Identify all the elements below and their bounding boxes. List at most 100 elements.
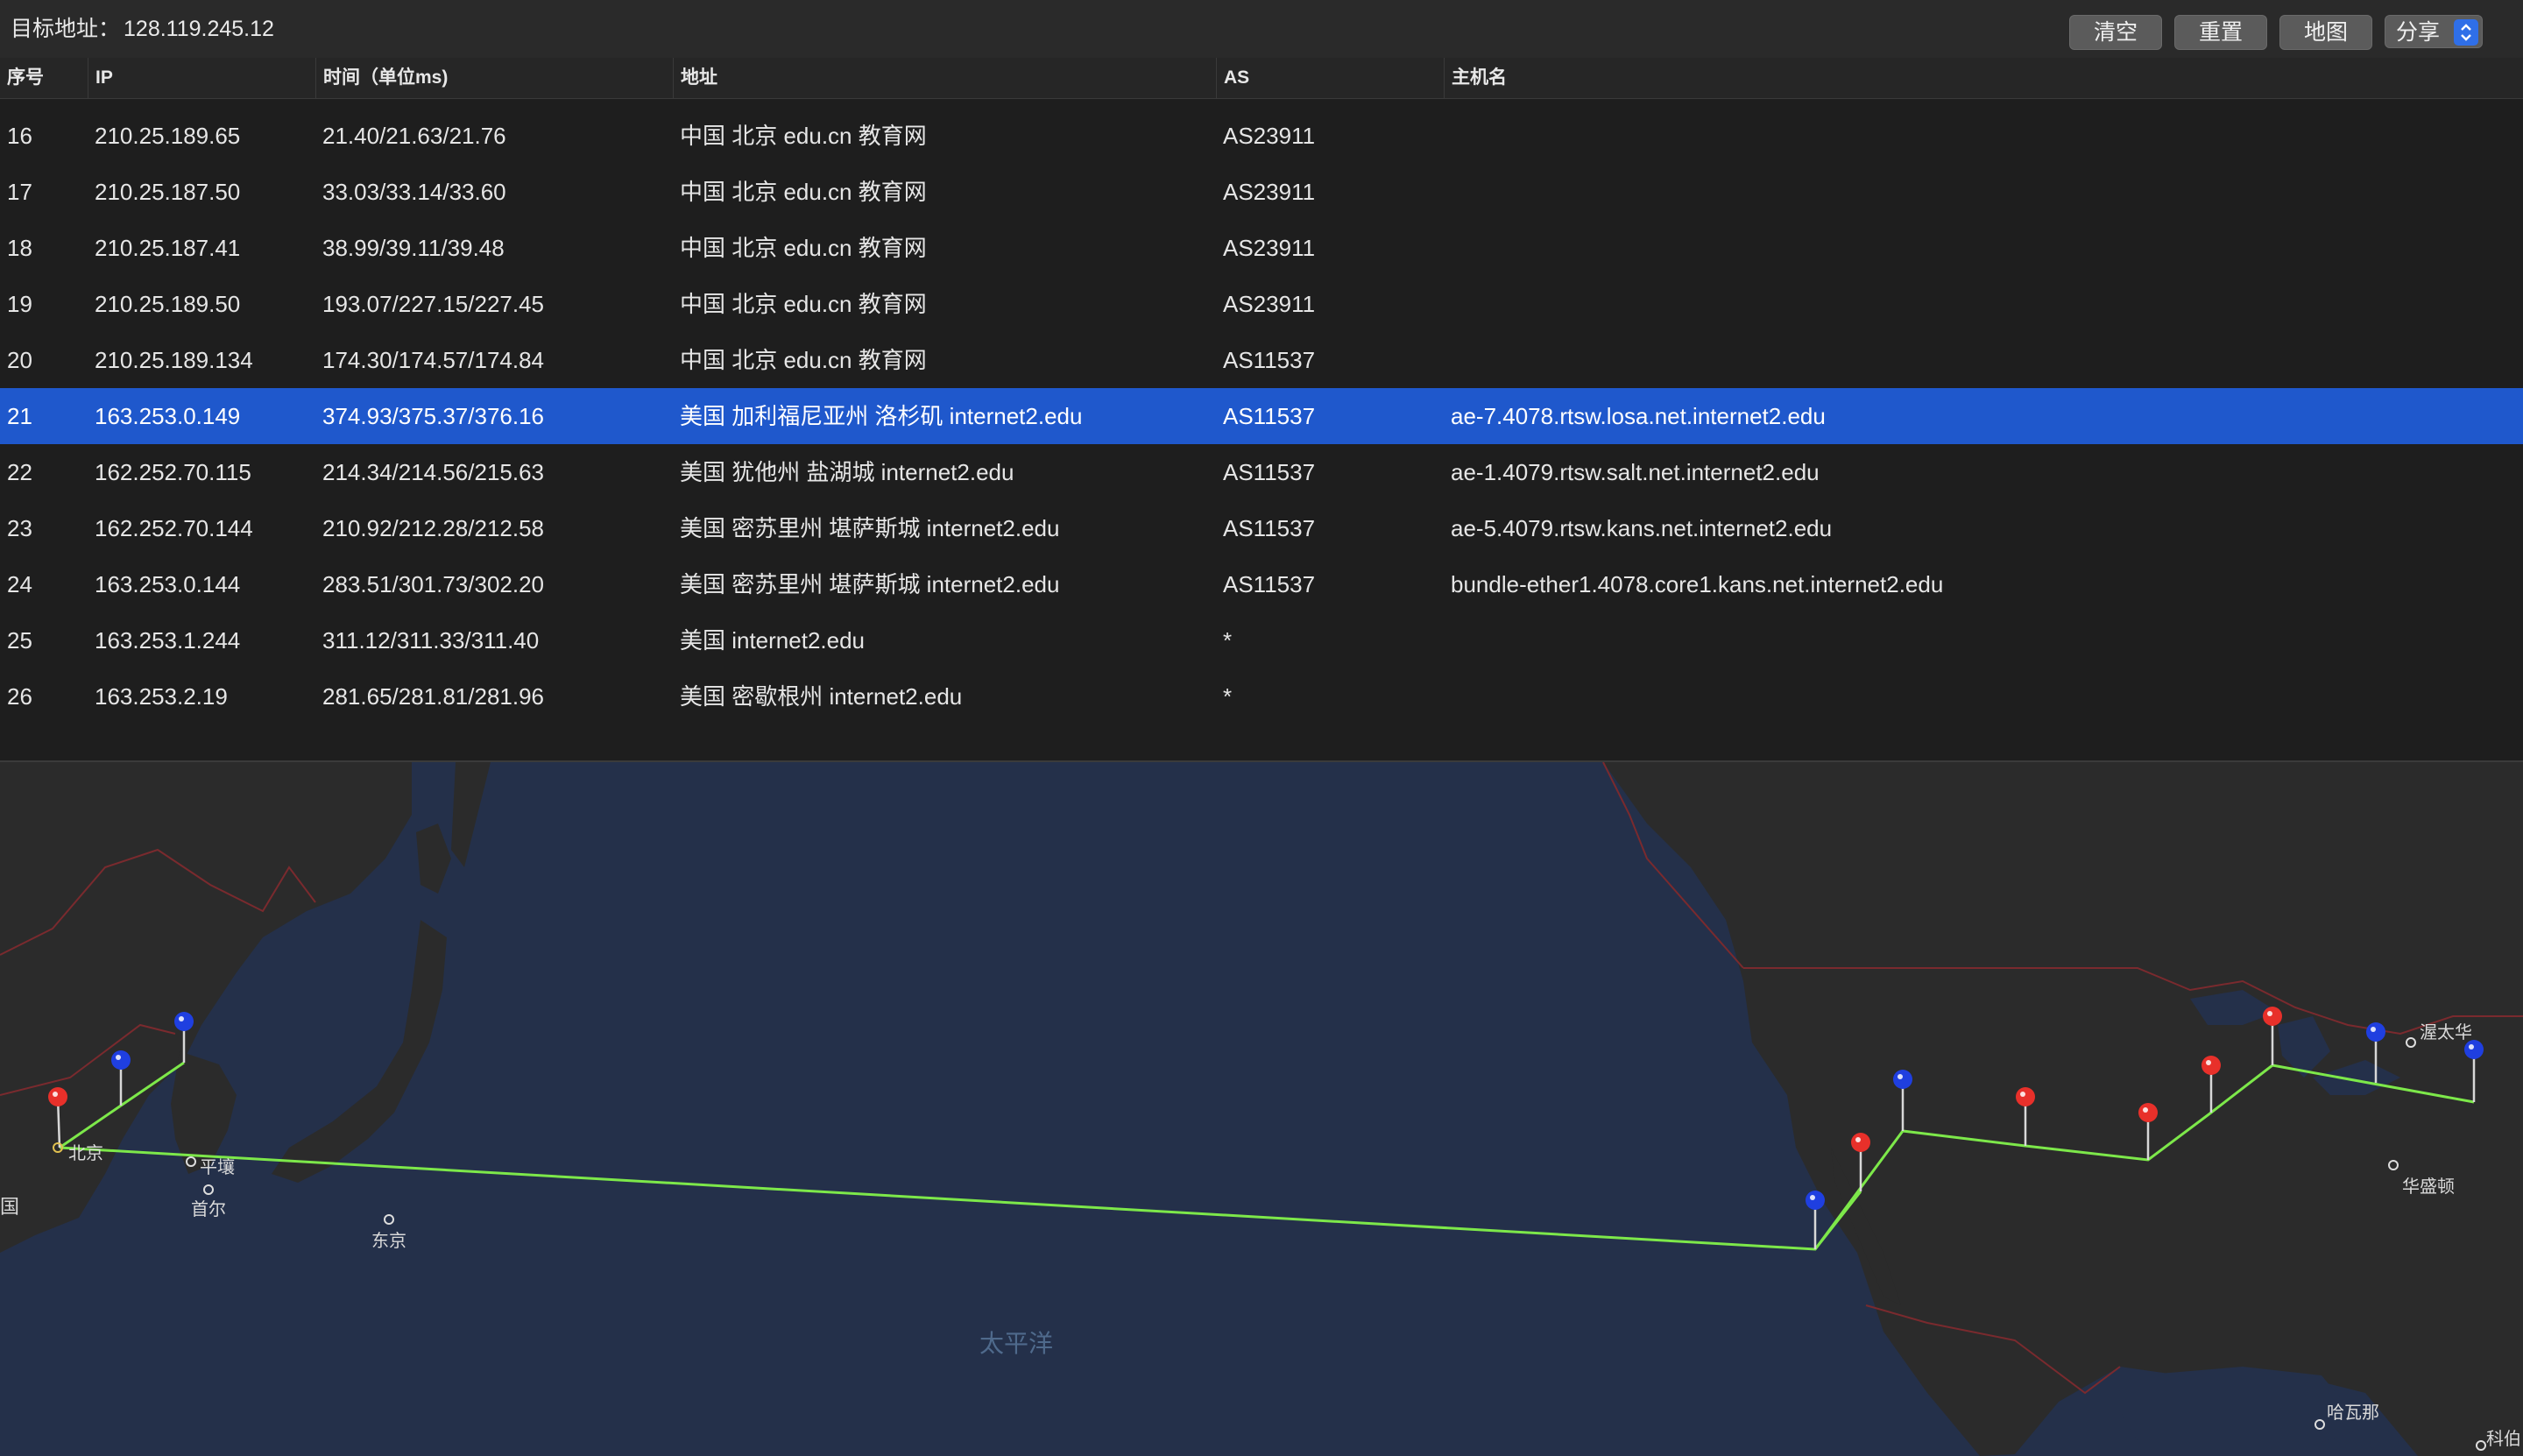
col-header-hostname[interactable]: 主机名 bbox=[1444, 58, 2523, 98]
route-map[interactable]: 北京 平壤 首尔 东京 太平洋 渥太华 华盛顿 哈瓦那 科伯 国 bbox=[0, 760, 2523, 1456]
cell-index: 22 bbox=[7, 459, 32, 485]
col-header-ip[interactable]: IP bbox=[88, 58, 315, 98]
pin-red-icon[interactable] bbox=[2016, 1087, 2035, 1106]
cell-index: 26 bbox=[7, 683, 32, 710]
table-row[interactable]: 23 162.252.70.144 210.92/212.28/212.58 美国 密… bbox=[0, 500, 2523, 556]
table-row[interactable]: 20 210.25.189.134 174.30/174.57/174.84 中国 北… bbox=[0, 332, 2523, 388]
cell-hostname: ae-5.4079.rtsw.kans.net.internet2.edu bbox=[1451, 515, 1833, 541]
cell-time: 38.99/39.11/39.48 bbox=[322, 235, 505, 261]
cell-as: AS23911 bbox=[1223, 123, 1316, 149]
pin-highlight bbox=[2143, 1107, 2148, 1113]
table-row[interactable]: 16 210.25.189.65 21.40/21.63/21.76 中国 北京 ed… bbox=[0, 108, 2523, 164]
toolbar: 目标地址： 128.119.245.12 清空 重置 地图 分享 bbox=[0, 0, 2523, 59]
pin-highlight bbox=[53, 1092, 58, 1097]
pin-red-icon[interactable] bbox=[48, 1087, 67, 1106]
pin-blue-icon[interactable] bbox=[111, 1050, 131, 1070]
col-header-index[interactable]: 序号 bbox=[0, 58, 88, 98]
map-canvas[interactable] bbox=[0, 762, 2523, 1456]
share-label: 分享 bbox=[2396, 20, 2441, 45]
target-address: 目标地址： 128.119.245.12 bbox=[11, 0, 274, 58]
cell-address: 中国 北京 edu.cn 教育网 bbox=[680, 347, 927, 373]
table-row[interactable]: 18 210.25.187.41 38.99/39.11/39.48 中国 北京 ed… bbox=[0, 220, 2523, 276]
pin-red-icon[interactable] bbox=[1851, 1133, 1870, 1152]
col-header-address[interactable]: 地址 bbox=[673, 58, 1216, 98]
cell-index: 20 bbox=[7, 347, 32, 373]
cell-ip: 210.25.187.41 bbox=[95, 235, 241, 261]
city-label-tokyo: 东京 bbox=[371, 1232, 406, 1251]
pin-highlight bbox=[2020, 1092, 2025, 1097]
col-header-as[interactable]: AS bbox=[1216, 58, 1444, 98]
cell-time: 283.51/301.73/302.20 bbox=[322, 571, 545, 597]
share-popup-button[interactable]: 分享 bbox=[2385, 15, 2483, 48]
cell-address: 美国 密歇根州 internet2.edu bbox=[680, 683, 963, 710]
pin-highlight bbox=[116, 1055, 121, 1060]
target-address-value[interactable]: 128.119.245.12 bbox=[124, 17, 274, 41]
city-label-beijing: 北京 bbox=[68, 1144, 103, 1163]
city-label-washington: 华盛顿 bbox=[2402, 1177, 2455, 1197]
cell-hostname: ae-7.4078.rtsw.losa.net.internet2.edu bbox=[1451, 403, 1826, 429]
cell-ip: 210.25.187.50 bbox=[95, 179, 241, 205]
pin-red-icon[interactable] bbox=[2201, 1056, 2221, 1075]
cell-time: 174.30/174.57/174.84 bbox=[322, 347, 545, 373]
cell-index: 19 bbox=[7, 291, 32, 317]
pin-blue-icon[interactable] bbox=[2366, 1022, 2385, 1042]
reset-button[interactable]: 重置 bbox=[2174, 15, 2267, 50]
pin-blue-icon[interactable] bbox=[174, 1012, 194, 1031]
table-row[interactable]: 17 210.25.187.50 33.03/33.14/33.60 中国 北京 ed… bbox=[0, 164, 2523, 220]
cell-address: 美国 加利福尼亚州 洛杉矶 internet2.edu bbox=[680, 403, 1083, 429]
table-body[interactable]: 16 210.25.189.65 21.40/21.63/21.76 中国 北京 ed… bbox=[0, 99, 2523, 760]
cell-as: AS11537 bbox=[1223, 459, 1316, 485]
cell-address: 中国 北京 edu.cn 教育网 bbox=[680, 291, 927, 317]
table-header: 序号 IP 时间（单位ms) 地址 AS 主机名 bbox=[0, 58, 2523, 99]
pin-highlight bbox=[2371, 1027, 2376, 1032]
pin-red-icon[interactable] bbox=[2138, 1103, 2158, 1122]
cell-index: 18 bbox=[7, 235, 32, 261]
cell-address: 中国 北京 edu.cn 教育网 bbox=[680, 123, 927, 149]
cell-time: 214.34/214.56/215.63 bbox=[322, 459, 545, 485]
table-row[interactable]: 21 163.253.0.149 374.93/375.37/376.16 美国 加利… bbox=[0, 388, 2523, 444]
cell-address: 美国 犹他州 盐湖城 internet2.edu bbox=[680, 459, 1014, 485]
cell-time: 210.92/212.28/212.58 bbox=[322, 515, 545, 541]
cell-index: 17 bbox=[7, 179, 32, 205]
pin-highlight bbox=[1855, 1137, 1861, 1142]
cell-ip: 210.25.189.50 bbox=[95, 291, 241, 317]
map-button[interactable]: 地图 bbox=[2279, 15, 2372, 50]
cell-as: AS11537 bbox=[1223, 571, 1316, 597]
cell-as: AS23911 bbox=[1223, 179, 1316, 205]
cell-as: * bbox=[1223, 627, 1233, 654]
table-row[interactable]: 26 163.253.2.19 281.65/281.81/281.96 美国 密歇根… bbox=[0, 668, 2523, 724]
cell-as: AS11537 bbox=[1223, 403, 1316, 429]
cell-ip: 163.253.0.144 bbox=[95, 571, 241, 597]
cell-address: 中国 北京 edu.cn 教育网 bbox=[680, 235, 927, 261]
pin-blue-icon[interactable] bbox=[1806, 1191, 1825, 1210]
cell-hostname: ae-1.4079.rtsw.salt.net.internet2.edu bbox=[1451, 459, 1820, 485]
target-address-label: 目标地址： bbox=[11, 17, 121, 41]
col-header-time[interactable]: 时间（单位ms) bbox=[315, 58, 673, 98]
cell-address: 中国 北京 edu.cn 教育网 bbox=[680, 179, 927, 205]
cell-index: 21 bbox=[7, 403, 32, 429]
pin-highlight bbox=[2267, 1011, 2272, 1016]
city-label-pyongyang: 平壤 bbox=[200, 1158, 235, 1177]
cell-address: 美国 internet2.edu bbox=[680, 627, 866, 654]
cell-index: 16 bbox=[7, 123, 32, 149]
cell-as: AS11537 bbox=[1223, 515, 1316, 541]
cell-index: 25 bbox=[7, 627, 32, 654]
country-label-china-partial: 国 bbox=[0, 1196, 20, 1218]
cell-time: 21.40/21.63/21.76 bbox=[322, 123, 506, 149]
pin-highlight bbox=[2469, 1044, 2474, 1050]
cell-index: 24 bbox=[7, 571, 32, 597]
clear-button[interactable]: 清空 bbox=[2069, 15, 2162, 50]
cell-time: 193.07/227.15/227.45 bbox=[322, 291, 545, 317]
city-label-havana: 哈瓦那 bbox=[2327, 1403, 2379, 1423]
table-row[interactable]: 22 162.252.70.115 214.34/214.56/215.63 美国 犹… bbox=[0, 444, 2523, 500]
cell-time: 33.03/33.14/33.60 bbox=[322, 179, 506, 205]
pin-blue-icon[interactable] bbox=[1893, 1070, 1912, 1089]
cell-as: * bbox=[1223, 683, 1233, 710]
pin-red-icon[interactable] bbox=[2263, 1007, 2282, 1026]
table-row[interactable]: 25 163.253.1.244 311.12/311.33/311.40 美国 in… bbox=[0, 612, 2523, 668]
table-row[interactable]: 24 163.253.0.144 283.51/301.73/302.20 美国 密苏… bbox=[0, 556, 2523, 612]
table-row[interactable]: 19 210.25.189.50 193.07/227.15/227.45 中国 北京… bbox=[0, 276, 2523, 332]
cell-as: AS11537 bbox=[1223, 347, 1316, 373]
cell-ip: 210.25.189.134 bbox=[95, 347, 253, 373]
ocean-label-pacific: 太平洋 bbox=[979, 1330, 1054, 1357]
